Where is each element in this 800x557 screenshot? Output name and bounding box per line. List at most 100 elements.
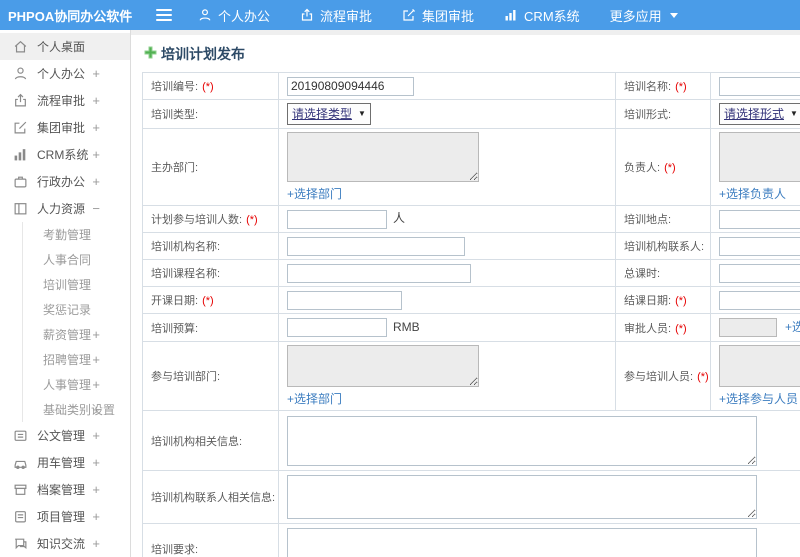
training-number-input[interactable] (287, 76, 414, 96)
sidebar-item-vehicle[interactable]: 用车管理 + (0, 449, 130, 476)
sidebar-item-archive[interactable]: 档案管理 + (0, 476, 130, 503)
sidebar-item-personnel[interactable]: 人事管理 + (23, 372, 130, 397)
leader-textarea[interactable] (719, 132, 800, 182)
course-name-input[interactable] (287, 263, 471, 283)
end-date-input[interactable] (719, 290, 800, 310)
expand-toggle[interactable]: + (92, 536, 100, 551)
expand-toggle[interactable]: + (92, 455, 100, 470)
sidebar-item-official-doc[interactable]: 公文管理 + (0, 422, 130, 449)
sidebar-item-salary[interactable]: 薪资管理 + (23, 322, 130, 347)
field-label-training-name: 培训名称: (*) (615, 72, 711, 100)
expand-toggle[interactable]: + (92, 147, 100, 162)
top-nav: 个人办公 流程审批 集团审批 CRM系统 更多应用 (198, 6, 708, 25)
nav-personal-office[interactable]: 个人办公 (198, 6, 270, 25)
expand-toggle[interactable]: + (92, 428, 100, 443)
expand-toggle[interactable]: + (92, 93, 100, 108)
sidebar-item-workflow-approval[interactable]: 流程审批 + (0, 87, 130, 114)
expand-toggle[interactable]: + (92, 377, 100, 392)
sidebar-item-hr-contract[interactable]: 人事合同 (23, 247, 130, 272)
sidebar-item-personal-office[interactable]: 个人办公 + (0, 60, 130, 87)
sidebar-item-group-approval[interactable]: 集团审批 + (0, 114, 130, 141)
sidebar-item-project[interactable]: 项目管理 + (0, 503, 130, 530)
approver-readonly-field[interactable] (719, 318, 777, 338)
select-approver-link[interactable]: +选择审批人员 (785, 320, 800, 334)
field-label-org-name: 培训机构名称: (142, 232, 279, 260)
training-plan-form: 培训编号:(*) 培训名称:(*) 培训类型: 请选择类型 ▼ 培训形式: 请选 (142, 72, 800, 557)
select-dept-link[interactable]: +选择部门 (287, 185, 342, 202)
budget-input[interactable] (287, 318, 387, 337)
hamburger-menu-icon[interactable] (156, 6, 172, 24)
join-dept-textarea[interactable] (287, 345, 479, 387)
field-label-training-number: 培训编号: (*) (142, 72, 279, 100)
sidebar-item-admin-office[interactable]: 行政办公 + (0, 168, 130, 195)
location-input[interactable] (719, 209, 800, 229)
sidebar-item-crm[interactable]: CRM系统 + (0, 141, 130, 168)
caret-down-icon (669, 12, 678, 18)
sidebar-item-reward-punish[interactable]: 奖惩记录 (23, 297, 130, 322)
field-label-course-name: 培训课程名称: (142, 259, 279, 287)
caret-down-icon: ▼ (358, 109, 366, 118)
sidebar-item-attendance[interactable]: 考勤管理 (23, 222, 130, 247)
select-dept-link[interactable]: +选择部门 (287, 390, 342, 407)
sidebar-item-base-category[interactable]: 基础类别设置 + (23, 397, 130, 422)
chat-icon (13, 536, 28, 551)
required-mark: (*) (697, 371, 709, 383)
sidebar-item-knowledge[interactable]: 知识交流 + (0, 530, 130, 557)
org-contact-input[interactable] (719, 236, 800, 256)
sidebar-item-hr[interactable]: 人力资源 − (0, 195, 130, 222)
car-icon (13, 455, 28, 470)
expand-toggle[interactable]: + (92, 327, 100, 342)
training-type-select[interactable]: 请选择类型 ▼ (287, 103, 371, 125)
required-mark: (*) (202, 295, 214, 307)
expand-toggle[interactable]: + (92, 174, 100, 189)
expand-toggle[interactable]: + (92, 402, 100, 417)
start-date-input[interactable] (287, 290, 402, 310)
nav-group-approval[interactable]: 集团审批 (402, 6, 474, 25)
org-name-input[interactable] (287, 236, 465, 256)
app-logo: PHPOA协同办公软件 (8, 8, 133, 24)
app-header: PHPOA协同办公软件 个人办公 流程审批 集团审批 CRM系统 更多应用 (0, 0, 800, 30)
briefcase-icon (13, 174, 28, 189)
sidebar-item-personal-desktop[interactable]: 个人桌面 (0, 33, 130, 60)
upload-icon (300, 8, 314, 22)
upload-icon (13, 93, 28, 108)
collapse-toggle[interactable]: − (92, 201, 100, 216)
page-title-row: 培训计划发布 (131, 35, 800, 72)
field-label-join-dept: 参与培训部门: (142, 341, 279, 411)
org-info-textarea[interactable] (287, 415, 757, 466)
org-contact-info-textarea[interactable] (287, 475, 757, 519)
archive-icon (13, 482, 28, 497)
required-mark: (*) (675, 322, 687, 335)
user-icon (198, 8, 212, 22)
nav-crm-system[interactable]: CRM系统 (504, 6, 580, 25)
requirements-textarea[interactable] (287, 528, 757, 557)
required-mark: (*) (664, 162, 676, 174)
required-mark: (*) (675, 295, 687, 307)
field-label-budget: 培训预算: (142, 313, 279, 342)
nav-workflow-approval[interactable]: 流程审批 (300, 6, 372, 25)
sidebar-hr-submenu: 考勤管理 人事合同 培训管理 奖惩记录 薪资管理 + 招聘管理 + 人事管理 + 基础… (22, 222, 130, 422)
select-join-people-link[interactable]: +选择参与人员 (719, 390, 798, 407)
plus-icon (144, 46, 157, 62)
nav-more-apps[interactable]: 更多应用 (610, 6, 678, 25)
expand-toggle[interactable]: + (92, 66, 100, 81)
field-label-org-info: 培训机构相关信息: (142, 410, 279, 471)
join-people-textarea[interactable] (719, 345, 800, 387)
training-name-input[interactable] (719, 76, 800, 96)
total-hours-input[interactable] (719, 263, 800, 283)
expand-toggle[interactable]: + (92, 120, 100, 135)
host-dept-textarea[interactable] (287, 132, 479, 182)
main-content: 培训计划发布 培训编号:(*) 培训名称:(*) 培训类型: 请选择类型 ▼ (131, 30, 800, 557)
field-label-total-hours: 总课时: (615, 259, 711, 287)
expand-toggle[interactable]: + (92, 352, 100, 367)
sidebar-item-training-mgmt[interactable]: 培训管理 (23, 272, 130, 297)
field-label-training-type: 培训类型: (142, 99, 279, 129)
select-leader-link[interactable]: +选择负责人 (719, 185, 786, 202)
planned-count-input[interactable] (287, 209, 387, 229)
expand-toggle[interactable]: + (92, 509, 100, 524)
document-icon (13, 428, 28, 443)
training-mode-select[interactable]: 请选择形式 ▼ (719, 103, 800, 125)
caret-down-icon: ▼ (790, 109, 798, 118)
expand-toggle[interactable]: + (92, 482, 100, 497)
sidebar-item-recruit[interactable]: 招聘管理 + (23, 347, 130, 372)
